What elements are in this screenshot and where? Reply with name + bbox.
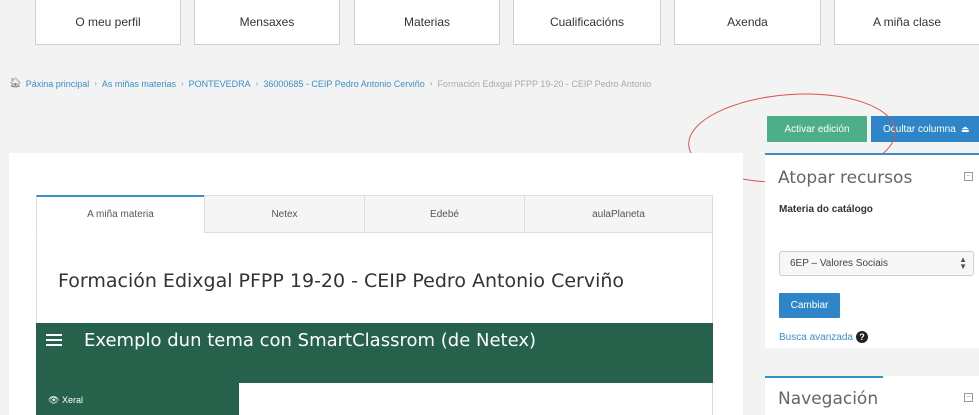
breadcrumb-current: Formación Edixgal PFPP 19-20 - CEIP Pedr… bbox=[437, 78, 652, 89]
tab-label: Netex bbox=[271, 208, 298, 220]
enable-editing-label: Activar edición bbox=[784, 123, 850, 135]
nav-label: A miña clase bbox=[872, 15, 942, 29]
breadcrumb: 🏠︎ Páxina principal › As miñas materias … bbox=[9, 78, 651, 89]
hide-column-button[interactable]: Ocultar columna ⏏ bbox=[871, 116, 979, 142]
course-title: Formación Edixgal PFPP 19-20 - CEIP Pedr… bbox=[58, 270, 625, 292]
nav-label: Cualificacións bbox=[549, 15, 625, 29]
help-icon[interactable]: ? bbox=[855, 331, 868, 343]
breadcrumb-separator: › bbox=[255, 79, 259, 88]
nav-courses[interactable]: Materias bbox=[354, 0, 500, 45]
nav-messages[interactable]: Mensaxes bbox=[194, 0, 340, 45]
breadcrumb-my-courses[interactable]: As miñas materias bbox=[102, 79, 176, 89]
top-navigation: O meu perfil Mensaxes Materias Cualifica… bbox=[0, 0, 979, 62]
collapse-icon[interactable]: – bbox=[964, 172, 973, 181]
eye-icon: 👁︎ bbox=[48, 395, 60, 405]
nav-label: Materias bbox=[403, 15, 450, 29]
nav-label: Axenda bbox=[727, 15, 768, 29]
nav-my-class[interactable]: A miña clase bbox=[834, 0, 979, 45]
eject-icon: ⏏ bbox=[960, 123, 970, 134]
section-header: Exemplo dun tema con SmartClassrom (de N… bbox=[36, 323, 713, 383]
navigation-title: Navegación bbox=[778, 389, 879, 409]
course-tabs: A miña materia Netex Edebé aulaPlaneta bbox=[36, 195, 713, 233]
catalog-select-value: 6EP – Valores Sociais bbox=[790, 258, 889, 269]
nav-calendar[interactable]: Axenda bbox=[674, 0, 821, 45]
tab-label: A miña materia bbox=[87, 209, 154, 220]
change-label: Cambiar bbox=[790, 300, 829, 311]
select-arrows-icon: ▲ ▼ bbox=[959, 255, 967, 271]
breadcrumb-province[interactable]: PONTEVEDRA bbox=[189, 79, 251, 89]
tab-label: aulaPlaneta bbox=[592, 208, 645, 220]
tab-label: Edebé bbox=[430, 208, 459, 220]
breadcrumb-separator: › bbox=[429, 79, 433, 88]
menu-icon[interactable] bbox=[46, 334, 62, 346]
advanced-search-link[interactable]: Busca avanzada ? bbox=[779, 331, 868, 343]
nav-grades[interactable]: Cualificacións bbox=[513, 0, 661, 45]
collapse-icon[interactable]: – bbox=[964, 393, 973, 402]
section-tab-general[interactable]: 👁︎ Xeral bbox=[36, 383, 239, 415]
home-icon: 🏠︎ bbox=[9, 78, 22, 89]
tab-edebe[interactable]: Edebé bbox=[364, 195, 524, 233]
change-button[interactable]: Cambiar bbox=[779, 293, 840, 318]
nav-my-profile[interactable]: O meu perfil bbox=[35, 0, 181, 45]
catalog-select[interactable]: 6EP – Valores Sociais ▲ ▼ bbox=[779, 251, 974, 276]
breadcrumb-school[interactable]: 36000685 - CEIP Pedro Antonio Cerviño bbox=[263, 79, 424, 89]
nav-label: O meu perfil bbox=[75, 15, 141, 29]
advanced-search-label: Busca avanzada bbox=[779, 331, 853, 343]
tab-aulaplaneta[interactable]: aulaPlaneta bbox=[524, 195, 713, 233]
catalog-label: Materia do catálogo bbox=[779, 204, 873, 215]
block-accent-line bbox=[765, 376, 883, 378]
find-resources-title: Atopar recursos bbox=[778, 168, 913, 188]
section-title: Exemplo dun tema con SmartClassrom (de N… bbox=[84, 330, 537, 351]
enable-editing-button[interactable]: Activar edición bbox=[767, 116, 867, 142]
nav-label: Mensaxes bbox=[239, 15, 295, 29]
tab-netex[interactable]: Netex bbox=[204, 195, 364, 233]
breadcrumb-separator: › bbox=[180, 79, 184, 88]
breadcrumb-separator: › bbox=[94, 79, 97, 88]
section-tab-label: Xeral bbox=[61, 395, 83, 405]
hide-column-label: Ocultar columna bbox=[883, 123, 956, 135]
block-accent-line bbox=[765, 153, 915, 155]
tab-my-course[interactable]: A miña materia bbox=[36, 195, 204, 233]
breadcrumb-home[interactable]: Páxina principal bbox=[26, 79, 90, 89]
